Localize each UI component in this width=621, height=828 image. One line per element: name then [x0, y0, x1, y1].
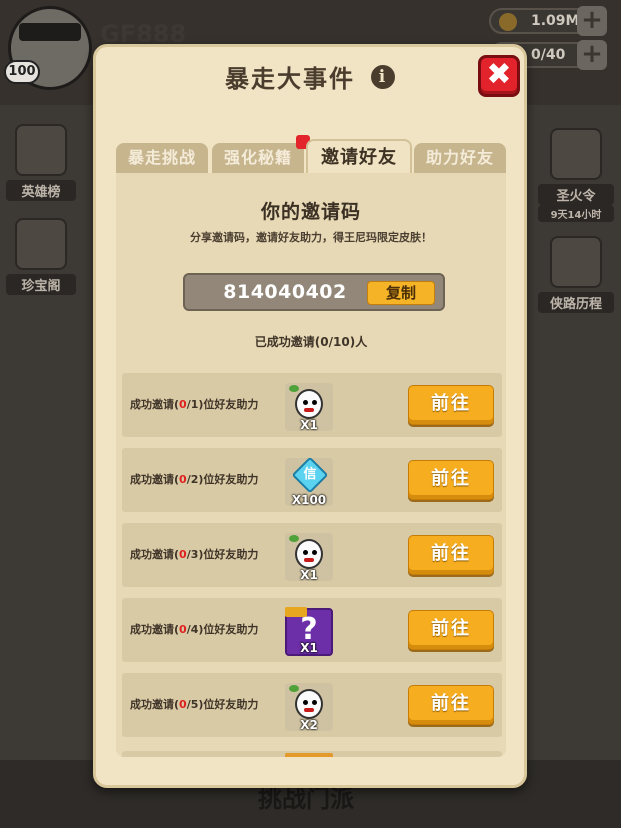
go-button[interactable]: 前往	[408, 535, 494, 575]
add-stamina-button[interactable]: +	[577, 40, 607, 70]
go-button[interactable]: 前往	[408, 610, 494, 650]
tab-enhance-secrets[interactable]: 强化秘籍	[212, 135, 310, 173]
info-icon[interactable]: i	[371, 64, 395, 89]
task-label: 成功邀请(0/5)位好友助力	[130, 698, 259, 711]
reward-skin-fragment-icon[interactable]: X2	[285, 683, 333, 732]
journey-label: 侠路历程	[538, 292, 614, 313]
player-level-badge: 100	[4, 60, 40, 84]
reward-mystery-box-icon[interactable]: ? X1	[285, 607, 333, 656]
task-label: 成功邀请(0/1)位好友助力	[130, 398, 259, 411]
close-icon: ✖	[486, 57, 512, 92]
sacred-fire-timer: 9天14小时	[538, 205, 614, 222]
invite-panel: 你的邀请码 分享邀请码，邀请好友助力，得王尼玛限定皮肤！ 814040402 复…	[116, 173, 506, 757]
journey-button[interactable]: 侠路历程	[538, 236, 614, 313]
task-label: 成功邀请(0/3)位好友助力	[130, 548, 259, 561]
sacred-fire-label: 圣火令	[538, 184, 614, 205]
invite-description: 分享邀请码，邀请好友助力，得王尼玛限定皮肤！	[190, 231, 432, 244]
task-row: 成功邀请(0/1)位好友助力 X1 前往	[122, 373, 502, 437]
reward-quantity: X1	[300, 568, 318, 582]
invite-code-heading: 你的邀请码	[260, 201, 361, 223]
reward-quantity: X100	[291, 493, 327, 507]
sacred-fire-icon	[550, 128, 602, 180]
tab-label: 助力好友	[425, 148, 494, 167]
coin-icon	[499, 13, 517, 31]
hero-rank-label: 英雄榜	[6, 180, 76, 201]
tab-label: 强化秘籍	[223, 148, 292, 167]
gold-value: 1.09M	[531, 13, 580, 29]
task-row: 成功邀请(0/4)位好友助力 ? X1 前往	[122, 598, 502, 662]
gold-counter: 1.09M +	[489, 6, 607, 36]
treasure-label: 珍宝阁	[6, 274, 76, 295]
invite-code: 814040402	[223, 281, 347, 303]
go-button[interactable]: 前往	[408, 685, 494, 725]
go-button[interactable]: 前往	[408, 385, 494, 425]
reward-quantity: X1	[300, 641, 318, 655]
reward-skin-fragment-icon[interactable]: X1	[285, 533, 333, 582]
reward-gem-icon[interactable]: 信 X100	[285, 456, 333, 507]
tab-label: 暴走挑战	[127, 148, 196, 167]
task-row: 成功邀请(0/2)位好友助力 信 X100 前往	[122, 448, 502, 512]
modal-header: 暴走大事件 i	[96, 59, 524, 94]
tab-assist-friends[interactable]: 助力好友	[414, 143, 506, 173]
tab-rampage-challenge[interactable]: 暴走挑战	[116, 143, 208, 173]
task-label: 成功邀请(0/2)位好友助力	[130, 473, 259, 486]
reward-skin-fragment-icon[interactable]: X1	[285, 383, 333, 432]
close-button[interactable]: ✖	[478, 55, 520, 97]
sacred-fire-button[interactable]: 圣火令 9天14小时	[538, 128, 614, 222]
hero-rank-button[interactable]: 英雄榜	[6, 124, 76, 201]
invited-count: 已成功邀请(0/10)人	[254, 335, 368, 349]
tab-bar: 暴走挑战 强化秘籍 邀请好友 助力好友	[116, 135, 506, 173]
treasure-icon	[15, 218, 67, 270]
task-row: 成功邀请(0/3)位好友助力 X1 前往	[122, 523, 502, 587]
treasure-button[interactable]: 珍宝阁	[6, 218, 76, 295]
journey-icon	[550, 236, 602, 288]
event-modal: 暴走大事件 i ✖ 暴走挑战 强化秘籍 邀请好友 助力好友 你的邀请码 分享邀请码…	[93, 44, 527, 788]
go-button[interactable]: 前往	[408, 460, 494, 500]
add-gold-button[interactable]: +	[577, 6, 607, 36]
stamina-value: 0/40	[531, 47, 566, 63]
gem-label: 信	[303, 467, 317, 482]
copy-button[interactable]: 复制	[367, 281, 435, 305]
task-row-partial	[122, 751, 502, 757]
hero-rank-icon	[15, 124, 67, 176]
tab-invite-friends[interactable]: 邀请好友	[306, 139, 412, 173]
invite-code-box: 814040402 复制	[183, 273, 445, 311]
reward-quantity: X2	[300, 718, 318, 732]
modal-title: 暴走大事件	[225, 65, 355, 93]
task-row: 成功邀请(0/5)位好友助力 X2 前往	[122, 673, 502, 737]
task-label: 成功邀请(0/4)位好友助力	[130, 623, 259, 636]
reward-quantity: X1	[300, 418, 318, 432]
tab-label: 邀请好友	[321, 147, 397, 168]
